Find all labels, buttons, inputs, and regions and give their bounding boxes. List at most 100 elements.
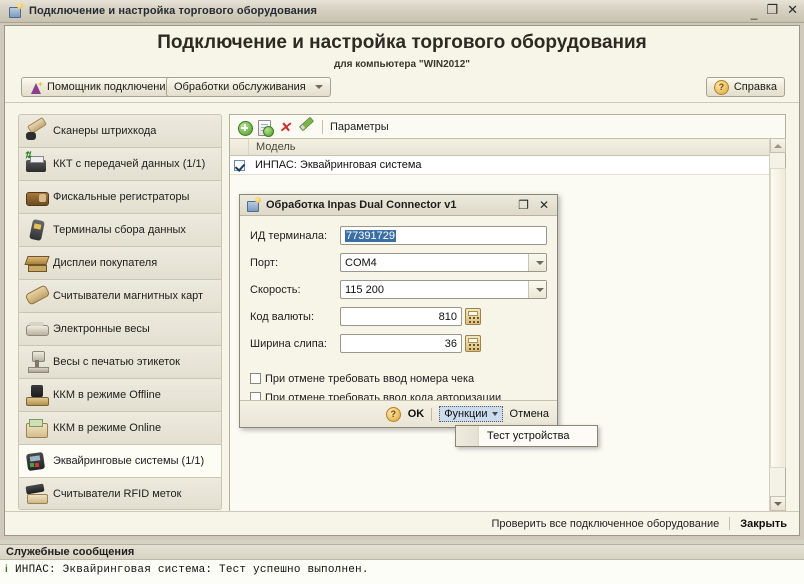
dialog-maximize-button[interactable]: ❐ — [518, 198, 529, 212]
add-device-button[interactable] — [235, 117, 255, 137]
scroll-down-button[interactable] — [770, 496, 786, 511]
port-select[interactable]: COM4 — [340, 253, 547, 272]
column-header-model[interactable]: Модель — [249, 141, 295, 153]
dialog-ok-button[interactable]: OK — [408, 408, 425, 420]
toolbar-divider — [322, 119, 323, 134]
sidebar-item-data-terminals[interactable]: Терминалы сбора данных — [18, 213, 222, 246]
maximize-button[interactable]: ❐ — [766, 2, 778, 18]
close-window-button[interactable]: Закрыть — [740, 518, 787, 530]
require-receipt-number-label: При отмене требовать ввод номера чека — [265, 372, 475, 385]
copy-device-button[interactable] — [255, 117, 275, 137]
field-row-slip-width: Ширина слипа: 36 — [250, 333, 547, 354]
sidebar-item-fiscal-registrars[interactable]: Фискальные регистраторы — [18, 180, 222, 213]
sidebar-item-label: Фискальные регистраторы — [53, 191, 190, 203]
device-grid-header: Модель — [230, 138, 785, 156]
customer-display-icon — [23, 250, 53, 276]
parameters-button[interactable]: Параметры — [330, 121, 389, 133]
sidebar-item-label: Считыватели RFID меток — [53, 487, 182, 500]
functions-dropdown-menu: Тест устройства — [455, 425, 598, 447]
electronic-scales-icon — [23, 316, 53, 342]
app-icon — [7, 3, 23, 19]
scroll-up-button[interactable] — [770, 138, 786, 153]
scrollbar-thumb[interactable] — [770, 168, 786, 468]
calculator-icon[interactable] — [465, 308, 481, 325]
fiscal-register-icon — [23, 184, 53, 210]
sidebar-item-kkm-offline[interactable]: ККМ в режиме Offline — [18, 378, 222, 411]
sidebar-item-customer-displays[interactable]: Дисплеи покупателя — [18, 246, 222, 279]
sidebar-item-rfid-readers[interactable]: Считыватели RFID меток — [18, 477, 222, 510]
checkbox-row-require-receipt-number[interactable]: При отмене требовать ввод номера чека — [250, 370, 547, 387]
calculator-icon[interactable] — [465, 335, 481, 352]
sidebar-item-label: ККТ с передачей данных (1/1) — [53, 158, 206, 170]
sidebar-item-label: Дисплеи покупателя — [53, 257, 158, 269]
connection-assistant-button[interactable]: ✦ Помощник подключения — [21, 77, 180, 97]
sidebar-item-kkm-online[interactable]: ККМ в режиме Online — [18, 411, 222, 444]
chevron-down-icon — [314, 85, 323, 89]
edit-device-button[interactable] — [295, 116, 315, 137]
window-title: Подключение и настройка торгового оборуд… — [29, 5, 318, 17]
require-receipt-number-checkbox[interactable] — [250, 373, 261, 384]
service-processing-button[interactable]: Обработки обслуживания — [166, 77, 331, 97]
page-subtitle: для компьютера "WIN2012" — [333, 59, 471, 70]
dialog-titlebar: Обработка Inpas Dual Connector v1 ❐ ✕ — [240, 195, 557, 216]
dialog-functions-button[interactable]: Функции — [439, 406, 503, 422]
slip-width-label: Ширина слипа: — [250, 337, 327, 350]
row-checkbox[interactable] — [233, 159, 245, 171]
help-label: Справка — [733, 80, 777, 93]
delete-device-button[interactable]: ✕ — [275, 117, 295, 137]
connection-assistant-label: Помощник подключения — [47, 80, 172, 93]
terminal-id-input[interactable]: 77391729 — [340, 226, 547, 245]
sidebar-item-electronic-scales[interactable]: Электронные весы — [18, 312, 222, 345]
dialog-help-button[interactable]: ? — [385, 406, 401, 422]
row-checkbox-cell[interactable] — [230, 159, 248, 171]
list-item: i ИНПАС: Эквайринговая система: Тест усп… — [0, 560, 804, 576]
port-label: Порт: — [250, 256, 278, 269]
dialog-footer: ? OK Функции Отмена — [240, 400, 557, 427]
check-all-equipment-button[interactable]: Проверить все подключенное оборудование — [491, 518, 729, 530]
currency-code-label: Код валюты: — [250, 310, 315, 323]
equipment-category-list: Сканеры штрихкода ⇅ ККТ с передачей данн… — [18, 114, 222, 512]
device-grid-scrollbar[interactable] — [769, 138, 786, 511]
slip-width-value: 36 — [444, 337, 457, 350]
dialog-app-icon — [246, 197, 261, 212]
terminal-id-label: ИД терминала: — [250, 229, 328, 242]
help-button[interactable]: ? Справка — [705, 77, 785, 97]
slip-width-input[interactable]: 36 — [340, 334, 462, 353]
sidebar-item-label: Терминалы сбора данных — [53, 224, 186, 236]
field-row-terminal-id: ИД терминала: 77391729 — [250, 225, 547, 246]
menu-item-device-test[interactable]: Тест устройства — [479, 430, 569, 442]
sidebar-item-acquiring-systems[interactable]: Эквайринговые системы (1/1) — [18, 444, 222, 477]
screen: Подключение и настройка торгового оборуд… — [0, 0, 804, 584]
currency-code-input[interactable]: 810 — [340, 307, 462, 326]
footer-divider — [729, 517, 731, 530]
speed-select[interactable]: 115 200 — [340, 280, 547, 299]
dialog-close-button[interactable]: ✕ — [539, 198, 549, 212]
close-button[interactable]: ✕ — [787, 2, 798, 18]
data-terminal-icon — [23, 217, 53, 243]
sidebar-item-label: Электронные весы — [53, 323, 150, 335]
sidebar-item-kkt-data-transfer[interactable]: ⇅ ККТ с передачей данных (1/1) — [18, 147, 222, 180]
sidebar-item-label-printing-scales[interactable]: Весы с печатью этикеток — [18, 345, 222, 378]
label-printing-scales-icon — [23, 349, 53, 375]
sidebar-item-label: Считыватели магнитных карт — [53, 290, 204, 302]
chevron-down-icon[interactable] — [528, 281, 546, 298]
dialog-window-controls: ❐ ✕ — [518, 198, 557, 212]
question-mark-icon: ? — [713, 79, 729, 95]
dialog-cancel-button[interactable]: Отмена — [510, 408, 549, 420]
message-text: ИНПАС: Эквайринговая система: Тест успеш… — [15, 564, 369, 576]
window-controls: _ ❐ ✕ — [751, 2, 798, 21]
menu-icon-gutter — [456, 426, 479, 446]
service-processing-label: Обработки обслуживания — [174, 80, 306, 93]
sidebar-item-barcode-scanners[interactable]: Сканеры штрихкода — [18, 114, 222, 147]
fiscal-printer-icon: ⇅ — [23, 151, 53, 177]
window-footer: Проверить все подключенное оборудование … — [5, 511, 799, 535]
acquiring-terminal-icon — [23, 448, 53, 474]
device-settings-dialog: Обработка Inpas Dual Connector v1 ❐ ✕ ИД… — [239, 194, 558, 428]
table-row[interactable]: ИНПАС: Эквайринговая система — [230, 156, 785, 175]
sidebar-item-magnetic-card-readers[interactable]: Считыватели магнитных карт — [18, 279, 222, 312]
header-checkbox-column — [230, 139, 249, 155]
minimize-button[interactable]: _ — [751, 5, 758, 21]
chevron-down-icon[interactable] — [528, 254, 546, 271]
field-row-port: Порт: COM4 — [250, 252, 547, 273]
barcode-scanner-icon — [23, 116, 53, 144]
